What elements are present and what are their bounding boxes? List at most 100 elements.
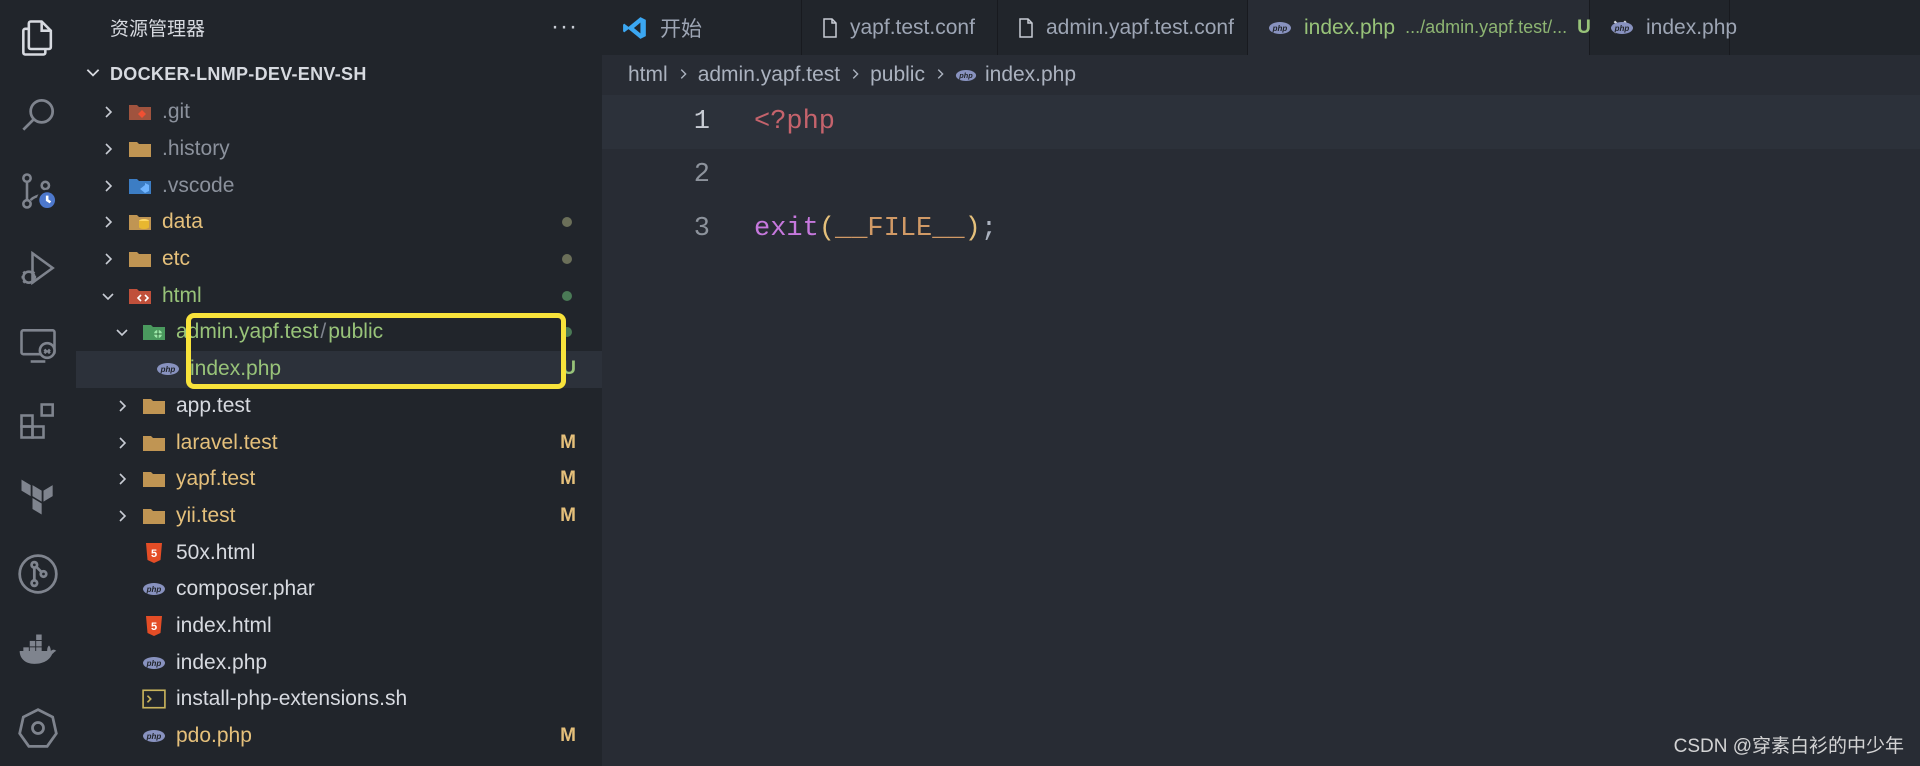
file-row[interactable]: php index.php	[76, 644, 602, 681]
editor-tabs: 开始 yapf.test.conf admin.yapf.test.conf php i…	[602, 0, 1920, 55]
code-token: __FILE__	[835, 213, 965, 244]
modified-badge: M	[560, 504, 576, 526]
extensions-icon[interactable]	[0, 383, 76, 460]
terraform-icon[interactable]	[0, 460, 76, 537]
folder-icon	[142, 468, 166, 490]
code-line[interactable]: 1 <?php	[602, 95, 1920, 149]
code-line[interactable]: 2	[602, 149, 1920, 203]
svg-text:php: php	[146, 659, 162, 668]
folder-row[interactable]: admin.yapf.test/public	[76, 314, 602, 351]
file-row[interactable]: php pdo.php M	[76, 718, 602, 755]
file-row[interactable]: 5 50x.html	[76, 534, 602, 571]
tab-label: admin.yapf.test.conf	[1046, 15, 1234, 39]
remote-explorer-icon[interactable]	[0, 306, 76, 383]
code-token: exit	[754, 213, 819, 244]
vscode-logo-icon	[622, 15, 648, 41]
file-icon	[1018, 17, 1034, 38]
tab-3[interactable]: admin.yapf.test.conf	[998, 0, 1248, 55]
watermark: CSDN @穿素白衫的中少年	[1673, 736, 1904, 757]
folder-row[interactable]: yii.test M	[76, 498, 602, 535]
folder-icon	[128, 248, 152, 270]
folder-row[interactable]: etc	[76, 241, 602, 278]
tree-item-label: index.html	[176, 613, 272, 637]
chevron-right-icon	[96, 104, 120, 120]
php-icon: php	[955, 68, 977, 83]
file-row[interactable]: 5 index.html	[76, 608, 602, 645]
file-row[interactable]: install-php-extensions.sh	[76, 681, 602, 718]
tab-label: index.php	[1646, 15, 1738, 39]
file-tree: .git .history .vscode data etc html admin.yapf…	[76, 94, 602, 754]
folder-row[interactable]: .git	[76, 94, 602, 131]
tree-item-label: public	[328, 320, 384, 344]
folder-icon	[142, 395, 166, 417]
svg-text:php: php	[160, 365, 176, 374]
docker-icon[interactable]	[0, 613, 76, 690]
php-icon: php	[142, 578, 166, 600]
php-icon: php	[142, 652, 166, 674]
folder-row[interactable]: .vscode	[76, 167, 602, 204]
more-actions-button[interactable]: ···	[551, 13, 578, 41]
file-row[interactable]: php composer.phar	[76, 571, 602, 608]
file-row[interactable]: php index.php U	[76, 350, 602, 388]
activity-bar	[0, 0, 76, 766]
breadcrumb-item[interactable]: admin.yapf.test	[698, 63, 840, 87]
code-editor[interactable]: 1 <?php 2 3 exit(__FILE__);	[602, 95, 1920, 766]
tab-4[interactable]: phpindex.php.../admin.yapf.test/...U✕	[1248, 0, 1629, 55]
php-icon: php	[1610, 20, 1634, 36]
folder-row[interactable]: app.test	[76, 388, 602, 425]
tree-item-label: yapf.test	[176, 467, 256, 491]
code-line[interactable]: 3 exit(__FILE__);	[602, 202, 1920, 256]
tree-item-label: .vscode	[162, 173, 235, 197]
svg-text:5: 5	[151, 621, 157, 633]
explorer-icon[interactable]	[0, 0, 76, 77]
breadcrumb-item[interactable]: index.php	[985, 63, 1076, 87]
html5-icon: 5	[142, 615, 166, 637]
database-folder-icon	[128, 211, 152, 233]
modified-badge: M	[560, 725, 576, 747]
status-dot	[562, 290, 572, 301]
html-folder-icon	[128, 285, 152, 307]
kubernetes-icon[interactable]	[0, 689, 76, 766]
tree-item-label: index.php	[176, 650, 268, 674]
project-section-header[interactable]: DOCKER-LNMP-DEV-ENV-SH	[76, 54, 602, 94]
project-name: DOCKER-LNMP-DEV-ENV-SH	[110, 63, 367, 84]
chevron-right-icon	[676, 63, 690, 87]
php-icon: php	[142, 725, 166, 747]
folder-row[interactable]: laravel.test M	[76, 424, 602, 461]
html5-icon: 5	[142, 542, 166, 564]
breadcrumb-item[interactable]: html	[628, 63, 668, 87]
source-control-icon[interactable]	[0, 153, 76, 230]
tab-status: U	[1577, 16, 1591, 38]
chevron-right-icon	[96, 141, 120, 157]
tree-item-label: yii.test	[176, 503, 236, 527]
tree-item-label: html	[162, 283, 202, 307]
folder-row[interactable]: yapf.test M	[76, 461, 602, 498]
chevron-right-icon	[110, 508, 134, 524]
tab-2[interactable]: yapf.test.conf	[802, 0, 998, 55]
folder-row[interactable]: html	[76, 277, 602, 314]
path-separator: /	[320, 320, 327, 344]
tree-item-label: index.php	[190, 357, 282, 381]
php-icon: php	[1268, 20, 1292, 36]
vscode-folder-icon	[128, 175, 152, 197]
tree-item-label: laravel.test	[176, 430, 278, 454]
tab-5[interactable]: php index.php	[1590, 0, 1737, 55]
folder-row[interactable]: data	[76, 204, 602, 241]
tab-label: index.php	[1304, 15, 1396, 39]
explorer-header: 资源管理器 ···	[76, 0, 602, 54]
tab-1[interactable]: 开始	[602, 0, 802, 55]
chevron-right-icon	[110, 435, 134, 451]
git-graph-icon[interactable]	[0, 536, 76, 613]
folder-row[interactable]: .history	[76, 131, 602, 168]
tab-path: .../admin.yapf.test/...	[1405, 17, 1568, 37]
breadcrumb-item[interactable]: public	[870, 63, 925, 87]
search-icon[interactable]	[0, 77, 76, 154]
line-number: 2	[693, 160, 710, 191]
explorer-title: 资源管理器	[110, 18, 206, 40]
tree-item-label: composer.phar	[176, 577, 315, 601]
tree-item-label: app.test	[176, 393, 251, 417]
run-debug-icon[interactable]	[0, 230, 76, 307]
tree-item-label: .git	[162, 100, 191, 124]
tab-label: yapf.test.conf	[850, 15, 975, 39]
tree-item-label: etc	[162, 247, 191, 271]
